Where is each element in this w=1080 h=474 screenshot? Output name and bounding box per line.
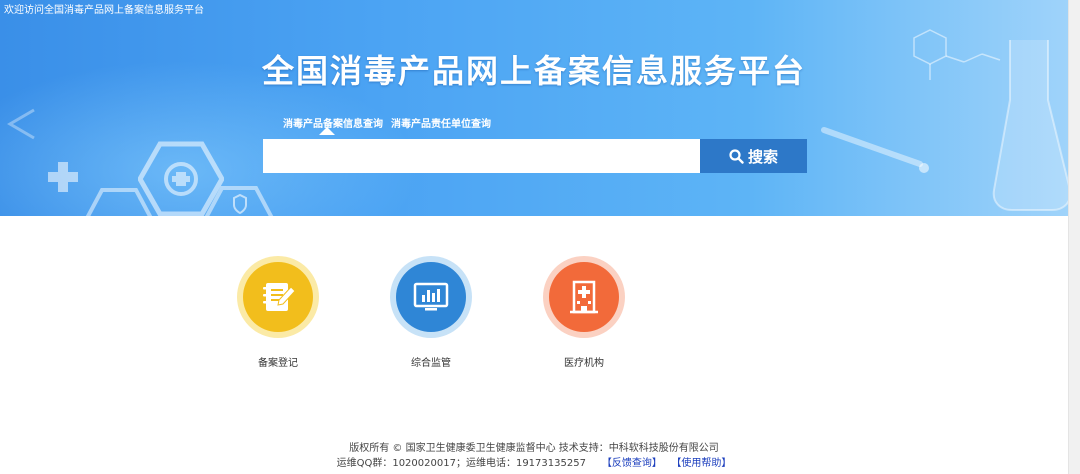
notebook-pen-icon <box>263 283 296 311</box>
feedback-link[interactable]: 【反馈查询】 <box>602 458 662 469</box>
footer-copyright: 版权所有 © 国家卫生健康委卫生健康监督中心 技术支持：中科软科技股份有限公司 <box>349 443 719 454</box>
feature-icon-ring <box>390 256 472 338</box>
hospital-icon <box>570 280 598 314</box>
arrow-left-icon <box>7 108 35 140</box>
search-input[interactable] <box>263 139 700 173</box>
header-banner: 欢迎访问全国消毒产品网上备案信息服务平台 全国消毒产品网上备案信息服务平台 消毒… <box>0 0 1068 216</box>
feature-icon-core <box>243 262 313 332</box>
shield-icon <box>204 186 274 216</box>
vertical-scrollbar[interactable] <box>1068 0 1080 474</box>
tab-responsible-unit-query[interactable]: 消毒产品责任单位查询 <box>391 115 491 130</box>
footer-contact-line: 运维QQ群：1020020017；运维电话：19173135257 【反馈查询】… <box>0 456 1068 471</box>
tab-product-filing-query[interactable]: 消毒产品备案信息查询 <box>283 115 383 135</box>
hexagon-decoration <box>85 188 153 216</box>
medical-cross-icon <box>48 162 78 192</box>
search-button-label: 搜索 <box>747 147 778 166</box>
feature-icon-core <box>396 262 466 332</box>
feature-label: 医疗机构 <box>564 358 604 369</box>
search-tabs: 消毒产品备案信息查询 消毒产品责任单位查询 <box>283 115 491 135</box>
feature-label: 综合监管 <box>411 358 451 369</box>
footer: 版权所有 © 国家卫生健康委卫生健康监督中心 技术支持：中科软科技股份有限公司 … <box>0 441 1068 471</box>
feature-label: 备案登记 <box>258 358 298 369</box>
feature-comprehensive-supervision[interactable]: 综合监管 <box>386 256 476 369</box>
search-icon <box>729 148 744 164</box>
feature-icon-ring <box>237 256 319 338</box>
monitor-chart-icon <box>413 282 449 311</box>
footer-contact: 运维QQ群：1020020017；运维电话：19173135257 <box>336 458 586 469</box>
pipette-decoration <box>821 127 929 173</box>
feature-icon-ring <box>543 256 625 338</box>
feature-medical-institution[interactable]: 医疗机构 <box>539 256 629 369</box>
page-title: 全国消毒产品网上备案信息服务平台 <box>261 52 806 90</box>
feature-filing-registration[interactable]: 备案登记 <box>233 256 323 369</box>
search-button[interactable]: 搜索 <box>700 139 807 173</box>
help-link[interactable]: 【使用帮助】 <box>671 458 731 469</box>
feature-icon-core <box>549 262 619 332</box>
welcome-text: 欢迎访问全国消毒产品网上备案信息服务平台 <box>4 5 204 16</box>
